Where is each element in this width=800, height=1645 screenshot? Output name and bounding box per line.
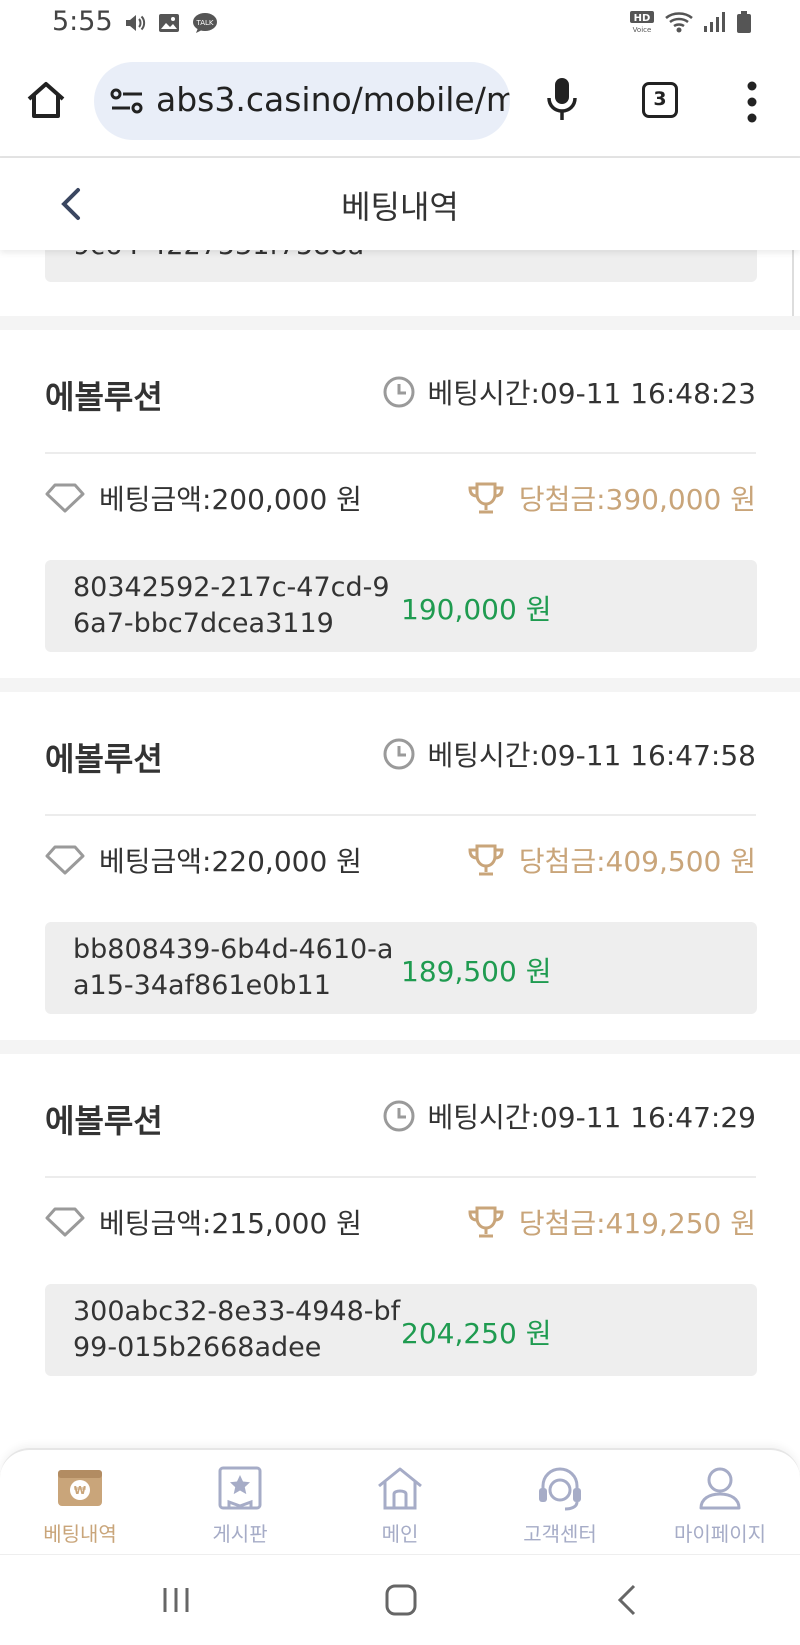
nav-label: 메인 — [381, 1522, 419, 1546]
more-menu-icon[interactable] — [740, 80, 764, 124]
svg-text:HD: HD — [634, 13, 651, 24]
recent-apps-icon[interactable] — [160, 1585, 192, 1615]
bet-id-box: 300abc32-8e33-4948-bf99-015b2668adee 204… — [45, 1284, 757, 1376]
browser-home-icon[interactable] — [24, 78, 68, 122]
diamond-icon — [45, 1207, 85, 1237]
bet-card: 에볼루션 베팅시간:09-11 16:47:58 베팅금액:220,000 원 … — [0, 678, 800, 1040]
nav-board[interactable]: 게시판 — [160, 1450, 320, 1554]
headset-icon — [539, 1467, 581, 1511]
battery-icon — [737, 11, 751, 33]
nav-label: 마이페이지 — [674, 1522, 766, 1546]
winnings-text: 당첨금:409,500 원 — [518, 845, 756, 878]
trophy-icon — [468, 1206, 504, 1238]
system-navigation-bar — [0, 1554, 800, 1645]
game-name: 에볼루션 — [45, 1102, 163, 1140]
home-icon — [378, 1467, 422, 1510]
trophy-icon — [468, 482, 504, 514]
bet-time-text: 베팅시간:09-11 16:47:29 — [427, 1101, 757, 1134]
profit-amount: 204,250 원 — [401, 1317, 552, 1350]
page-header: 베팅내역 — [0, 158, 800, 250]
bet-card: 에볼루션 베팅시간:09-11 16:47:29 베팅금액:215,000 원 … — [0, 1040, 800, 1402]
nav-my-page[interactable]: 마이페이지 — [640, 1450, 800, 1554]
nav-main[interactable]: 메인 — [320, 1450, 480, 1554]
bet-amount: 베팅금액:215,000 원 — [45, 1202, 362, 1242]
bet-time-text: 베팅시간:09-11 16:48:23 — [427, 377, 757, 410]
site-settings-icon[interactable] — [110, 86, 144, 116]
winnings: 당첨금:409,500 원 — [467, 840, 756, 880]
bet-amount: 베팅금액:220,000 원 — [45, 840, 362, 880]
page-title: 베팅내역 — [341, 188, 459, 226]
nav-label: 고객센터 — [523, 1522, 597, 1546]
tab-switcher-button[interactable]: 3 — [642, 82, 678, 118]
bet-time: 베팅시간:09-11 16:47:29 — [382, 1096, 757, 1136]
nav-label: 게시판 — [212, 1522, 268, 1546]
nav-label: 베팅내역 — [43, 1522, 117, 1546]
bottom-nav: ₩ 베팅내역 게시판 메인 고객센터 마이페이지 — [0, 1448, 800, 1554]
user-icon — [699, 1467, 741, 1510]
clock-icon — [383, 738, 414, 770]
winnings: 당첨금:390,000 원 — [467, 478, 756, 518]
trophy-icon — [468, 844, 504, 876]
volume-icon — [126, 15, 146, 31]
board-star-icon — [218, 1466, 262, 1510]
wifi-icon — [665, 12, 693, 33]
bet-id-box: 80342592-217c-47cd-96a7-bbc7dcea3119 190… — [45, 560, 757, 652]
mic-icon[interactable] — [544, 76, 580, 124]
profit-amount: 190,000 원 — [401, 593, 552, 626]
bet-amount-text: 베팅금액:220,000 원 — [99, 845, 362, 878]
nav-customer-center[interactable]: 고객센터 — [480, 1450, 640, 1554]
bet-card: 에볼루션 베팅시간:09-11 16:48:23 베팅금액:200,000 원 … — [0, 316, 800, 678]
winnings: 당첨금:419,250 원 — [467, 1202, 756, 1242]
hd-voice-icon: HD Voice — [630, 11, 654, 34]
divider — [45, 814, 756, 816]
bet-id: 300abc32-8e33-4948-bf99-015b2668adee — [73, 1296, 401, 1363]
browser-toolbar: abs3.casino/mobile/m 3 — [0, 48, 800, 158]
status-left-icons: TALK — [124, 12, 218, 34]
diamond-icon — [45, 845, 85, 875]
bet-time: 베팅시간:09-11 16:47:58 — [382, 734, 757, 774]
game-name: 에볼루션 — [45, 740, 163, 778]
bet-amount-text: 베팅금액:200,000 원 — [99, 483, 362, 516]
status-right-icons: HD Voice — [628, 10, 752, 34]
svg-text:TALK: TALK — [195, 19, 213, 27]
partial-bet-id: 9c64-4227531f7588a — [73, 250, 364, 261]
diamond-icon — [45, 483, 85, 513]
wallet-icon: ₩ — [58, 1470, 102, 1506]
divider — [45, 452, 756, 454]
system-back-icon[interactable] — [614, 1583, 640, 1617]
nav-bet-history[interactable]: ₩ 베팅내역 — [0, 1450, 160, 1554]
url-text[interactable]: abs3.casino/mobile/m — [156, 80, 510, 119]
signal-icon — [704, 12, 725, 32]
clock-icon — [383, 1100, 414, 1132]
bet-id-box: bb808439-6b4d-4610-aa15-34af861e0b11 189… — [45, 922, 757, 1014]
bet-history-list[interactable]: 9c64-4227531f7588a 에볼루션 베팅시간:09-11 16:48… — [0, 250, 800, 1450]
winnings-text: 당첨금:419,250 원 — [518, 1207, 756, 1240]
status-time: 5:55 — [52, 6, 113, 37]
gallery-icon — [159, 14, 179, 32]
status-bar: 5:55 TALK HD Voice — [0, 0, 800, 48]
bet-amount: 베팅금액:200,000 원 — [45, 478, 362, 518]
bet-time: 베팅시간:09-11 16:48:23 — [382, 372, 757, 412]
bet-id: bb808439-6b4d-4610-aa15-34af861e0b11 — [73, 934, 394, 1001]
profit-amount: 189,500 원 — [401, 955, 552, 988]
winnings-text: 당첨금:390,000 원 — [518, 483, 756, 516]
divider — [45, 1176, 756, 1178]
game-name: 에볼루션 — [45, 378, 163, 416]
system-home-icon[interactable] — [384, 1583, 418, 1617]
clock-icon — [383, 376, 414, 408]
svg-text:₩: ₩ — [74, 1484, 86, 1497]
bet-id: 80342592-217c-47cd-96a7-bbc7dcea3119 — [73, 572, 390, 639]
svg-text:Voice: Voice — [633, 26, 652, 34]
bet-amount-text: 베팅금액:215,000 원 — [99, 1207, 362, 1240]
address-bar[interactable]: abs3.casino/mobile/m — [94, 62, 510, 140]
talk-icon: TALK — [193, 13, 217, 33]
partial-bet-id-box: 9c64-4227531f7588a — [45, 250, 757, 282]
bet-time-text: 베팅시간:09-11 16:47:58 — [427, 739, 757, 772]
